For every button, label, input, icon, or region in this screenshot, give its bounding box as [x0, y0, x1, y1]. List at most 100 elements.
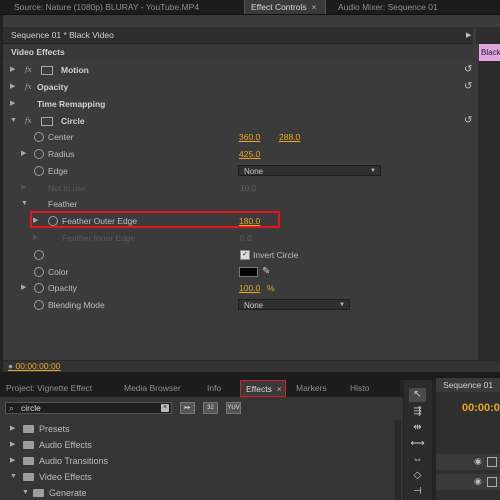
tab-effects[interactable]: Effects × — [240, 380, 286, 397]
current-timecode[interactable]: ● 00:00:00:00 — [8, 361, 60, 371]
keyframe-timeline-area[interactable] — [478, 61, 500, 361]
tab-info[interactable]: Info — [207, 380, 221, 397]
search-input[interactable]: ⌕ circle × — [5, 402, 172, 414]
effects-scrollbar[interactable] — [395, 420, 401, 500]
rolling-edit-tool-icon[interactable]: ⟷ — [409, 437, 426, 451]
effect-row-time-remapping[interactable]: ▶ Time Remapping — [3, 96, 473, 112]
tab-histo-label: Histo — [350, 383, 370, 393]
expand-triangle-icon[interactable]: ▶ — [10, 62, 15, 78]
track-select-tool-icon[interactable]: ⇶ — [409, 405, 426, 419]
razor-tool-icon[interactable]: ◇ — [409, 469, 426, 483]
edge-dropdown[interactable]: None ▼ — [238, 165, 381, 176]
slip-tool-icon[interactable]: ⊣ — [409, 485, 426, 499]
lock-icon[interactable] — [487, 457, 497, 467]
fx-icon[interactable]: fx — [25, 113, 32, 129]
tree-item-audio-effects[interactable]: ▶ Audio Effects — [0, 438, 390, 452]
blending-mode-dropdown[interactable]: None ▼ — [238, 299, 350, 310]
section-title: Video Effects — [11, 47, 65, 57]
search-icon: ⌕ — [9, 403, 15, 413]
stopwatch-icon[interactable] — [34, 250, 44, 260]
fx-icon[interactable]: fx — [25, 79, 32, 95]
stopwatch-icon[interactable] — [34, 149, 44, 159]
reset-icon[interactable]: ↺ — [464, 79, 472, 95]
effect-row-motion[interactable]: ▶ fx Motion ↺ — [3, 62, 473, 78]
expand-triangle-icon[interactable]: ▶ — [10, 454, 15, 468]
reset-icon[interactable]: ↺ — [464, 62, 472, 78]
video-track[interactable]: ◉ — [436, 454, 500, 470]
close-icon[interactable]: × — [277, 385, 282, 394]
tab-sequence[interactable]: Sequence 01 — [436, 378, 500, 392]
eye-icon[interactable]: ◉ — [474, 456, 482, 467]
stopwatch-icon[interactable] — [34, 300, 44, 310]
chevron-down-icon: ▼ — [370, 168, 376, 174]
tab-project-label: Project: Vignette Effect — [6, 383, 93, 393]
expand-triangle-icon[interactable]: ▶ — [21, 146, 26, 162]
transform-icon[interactable] — [41, 66, 53, 75]
expand-triangle-icon: ▶ — [33, 234, 39, 241]
tree-item-generate[interactable]: ▼ Generate — [0, 486, 390, 500]
chevron-down-icon: ▼ — [339, 302, 345, 308]
expand-triangle-icon[interactable]: ▶ — [10, 96, 15, 112]
tree-label: Video Effects — [39, 472, 92, 482]
effect-label-circle: Circle — [61, 116, 85, 126]
tab-effect-controls[interactable]: Effect Controls × — [244, 0, 326, 14]
opacity-value[interactable]: 100.0 — [239, 280, 260, 296]
effect-row-circle[interactable]: ▼ fx Circle ↺ — [3, 113, 473, 129]
eye-icon[interactable]: ◉ — [474, 476, 482, 487]
fx-icon[interactable]: fx — [25, 62, 32, 78]
mask-icon[interactable] — [41, 117, 53, 126]
tab-source[interactable]: Source: Nature (1080p) BLURAY - YouTube.… — [2, 0, 240, 14]
tab-project[interactable]: Project: Vignette Effect — [6, 380, 92, 397]
top-tab-bar: Source: Nature (1080p) BLURAY - YouTube.… — [0, 0, 500, 15]
color-swatch[interactable] — [239, 267, 258, 277]
collapse-triangle-icon[interactable]: ▼ — [21, 196, 28, 212]
accelerated-effects-icon[interactable]: ▸▸ — [180, 402, 195, 414]
clear-search-icon[interactable]: × — [161, 404, 169, 412]
tab-audio-mixer[interactable]: Audio Mixer: Sequence 01 — [330, 0, 500, 14]
expand-triangle-icon[interactable]: ▶ — [10, 79, 15, 95]
rate-stretch-tool-icon[interactable]: ⇔ — [409, 453, 426, 467]
stopwatch-icon[interactable] — [34, 283, 44, 293]
play-arrow-icon[interactable]: ▶ — [466, 31, 471, 39]
collapse-triangle-icon[interactable]: ▼ — [22, 486, 29, 500]
stopwatch-icon[interactable] — [34, 132, 44, 142]
collapse-triangle-icon[interactable]: ▼ — [10, 113, 17, 129]
yuv-effects-icon[interactable]: YUV — [226, 402, 241, 414]
sequence-timecode[interactable]: 00:00:0 — [462, 402, 500, 414]
timeline-clip[interactable]: Black — [479, 44, 500, 61]
tab-histo[interactable]: Histo — [350, 380, 369, 397]
eyedropper-icon[interactable]: ✎ — [262, 264, 270, 280]
prop-label-edge: Edge — [48, 166, 68, 176]
close-icon[interactable]: × — [312, 3, 317, 12]
tab-markers[interactable]: Markers — [296, 380, 327, 397]
tab-media-browser[interactable]: Media Browser — [124, 380, 181, 397]
video-track[interactable]: ◉ — [436, 474, 500, 490]
expand-triangle-icon[interactable]: ▶ — [21, 280, 26, 296]
effect-row-opacity[interactable]: ▶ fx Opacity ↺ — [3, 79, 473, 95]
radius-value[interactable]: 425.0 — [239, 146, 260, 162]
tab-markers-label: Markers — [296, 383, 327, 393]
blending-mode-value: None — [244, 301, 264, 310]
invert-circle-checkbox[interactable]: ✓ — [240, 250, 250, 260]
center-y-value[interactable]: 288.0 — [279, 129, 300, 145]
32-bit-effects-icon[interactable]: 32 — [203, 402, 218, 414]
tree-item-audio-transitions[interactable]: ▶ Audio Transitions — [0, 454, 390, 468]
stopwatch-icon[interactable] — [34, 267, 44, 277]
collapse-triangle-icon[interactable]: ▼ — [10, 470, 17, 484]
folder-icon — [33, 489, 44, 497]
center-x-value[interactable]: 360.0 — [239, 129, 260, 145]
ripple-edit-tool-icon[interactable]: ⇹ — [409, 421, 426, 435]
reset-icon[interactable]: ↺ — [464, 113, 472, 129]
expand-triangle-icon[interactable]: ▶ — [10, 438, 15, 452]
selection-tool-icon[interactable]: ↖ — [409, 388, 426, 402]
stopwatch-icon[interactable] — [34, 166, 44, 176]
tree-label: Audio Effects — [39, 440, 92, 450]
lock-icon[interactable] — [487, 477, 497, 487]
prop-label-color: Color — [48, 267, 69, 277]
effects-tree: ▶ Presets ▶ Audio Effects ▶ Audio Transi… — [0, 420, 400, 500]
tree-item-presets[interactable]: ▶ Presets — [0, 422, 390, 436]
sequence-label: Sequence 01 * Black Video — [11, 30, 114, 40]
expand-triangle-icon[interactable]: ▶ — [10, 422, 15, 436]
tree-item-video-effects[interactable]: ▼ Video Effects — [0, 470, 390, 484]
prop-label-not-in-use: Not in use — [48, 183, 87, 193]
